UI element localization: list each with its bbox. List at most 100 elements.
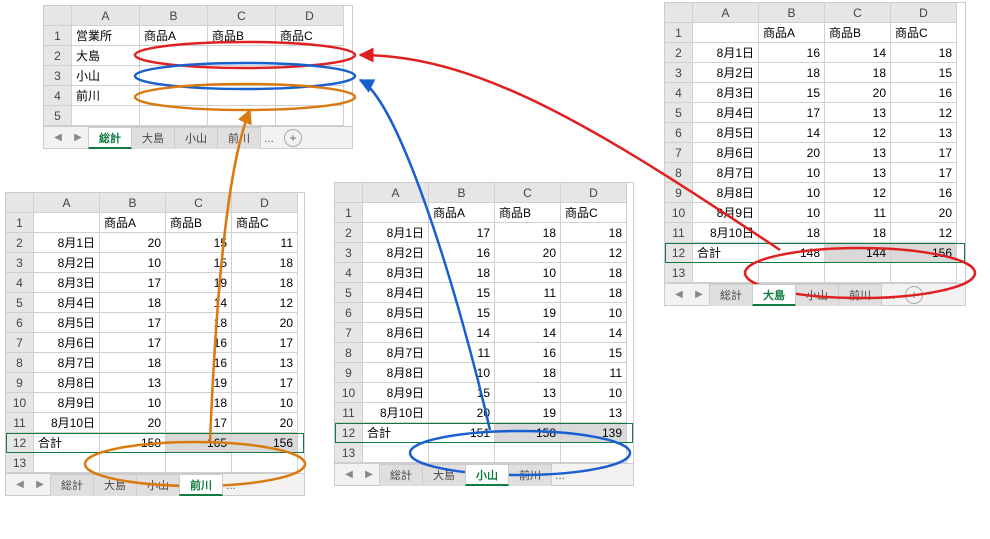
add-sheet-button[interactable]: + [284,129,302,147]
col-A[interactable]: A [34,193,100,213]
row-3[interactable]: 3 [44,66,72,86]
date-cell[interactable]: 8月10日 [693,223,759,243]
total-d[interactable]: 156 [232,433,298,453]
summary-tabs: ◀ ▶ 総計 大島 小山 前川 ... + [44,126,352,148]
row-5[interactable]: 5 [44,106,72,126]
col-D[interactable]: D [891,3,957,23]
koyama-tabs: ◀ ▶ 総計 大島 小山 前川 ... [335,463,633,485]
tab-maekawa[interactable]: 前川 [838,284,882,306]
tab-maekawa[interactable]: 前川 [217,127,261,149]
date-cell[interactable]: 8月4日 [693,103,759,123]
oshima-sheet: A B C D 1 商品A 商品B 商品C 28月1日161418 38月2日1… [664,2,966,306]
total-c[interactable]: 144 [825,243,891,263]
koyama-sheet: A B C D 1商品A商品B商品C 28月1日171818 38月2日1620… [334,182,634,486]
header-productB[interactable]: 商品B [166,213,232,233]
row-oshima[interactable]: 大島 [72,46,140,66]
total-d[interactable]: 139 [561,423,627,443]
tab-total[interactable]: 総計 [709,284,753,306]
date-cell[interactable]: 8月5日 [693,123,759,143]
tabs-more[interactable]: ... [881,284,899,306]
header-productA[interactable]: 商品A [429,203,495,223]
tabs-prev-icon[interactable]: ◀ [10,474,30,496]
total-b[interactable]: 158 [100,433,166,453]
maekawa-sheet: A B C D 1商品A商品B商品C 28月1日201511 38月2日1015… [5,192,305,496]
tab-total[interactable]: 総計 [379,464,423,486]
select-all-corner[interactable] [6,193,34,213]
row-koyama[interactable]: 小山 [72,66,140,86]
tabs-prev-icon[interactable]: ◀ [669,284,689,306]
date-cell[interactable]: 8月1日 [693,43,759,63]
date-cell[interactable]: 8月3日 [693,83,759,103]
col-D[interactable]: D [232,193,298,213]
tabs-next-icon[interactable]: ▶ [68,127,88,149]
date-cell[interactable]: 8月9日 [693,203,759,223]
select-all-corner[interactable] [665,3,693,23]
header-productC[interactable]: 商品C [276,26,344,46]
tab-maekawa[interactable]: 前川 [508,464,552,486]
header-productA[interactable]: 商品A [759,23,825,43]
tabs-more[interactable]: ... [222,474,240,496]
tab-koyama[interactable]: 小山 [174,127,218,149]
summary-sheet: A B C D 1 営業所 商品A 商品B 商品C 2 大島 3 小山 4 前川… [43,5,353,149]
tabs-prev-icon[interactable]: ◀ [48,127,68,149]
total-label[interactable]: 合計 [34,433,100,453]
row-4[interactable]: 4 [44,86,72,106]
col-B[interactable]: B [429,183,495,203]
col-D[interactable]: D [276,6,344,26]
header-productC[interactable]: 商品C [891,23,957,43]
tabs-more[interactable]: ... [551,464,569,486]
select-all-corner[interactable] [44,6,72,26]
header-office[interactable]: 営業所 [72,26,140,46]
col-A[interactable]: A [363,183,429,203]
col-C[interactable]: C [495,183,561,203]
col-B[interactable]: B [100,193,166,213]
tab-oshima[interactable]: 大島 [93,474,137,496]
tab-total[interactable]: 総計 [88,127,132,149]
col-C[interactable]: C [208,6,276,26]
header-productB[interactable]: 商品B [495,203,561,223]
col-D[interactable]: D [561,183,627,203]
header-productC[interactable]: 商品C [232,213,298,233]
date-cell[interactable]: 8月7日 [693,163,759,183]
select-all-corner[interactable] [335,183,363,203]
col-C[interactable]: C [825,3,891,23]
header-productA[interactable]: 商品A [140,26,208,46]
tabs-next-icon[interactable]: ▶ [359,464,379,486]
total-d[interactable]: 156 [891,243,957,263]
total-b[interactable]: 151 [429,423,495,443]
total-label[interactable]: 合計 [363,423,429,443]
header-productA[interactable]: 商品A [100,213,166,233]
tabs-next-icon[interactable]: ▶ [689,284,709,306]
tab-total[interactable]: 総計 [50,474,94,496]
add-sheet-button[interactable]: + [905,286,923,304]
col-B[interactable]: B [759,3,825,23]
col-A[interactable]: A [72,6,140,26]
header-productC[interactable]: 商品C [561,203,627,223]
total-c[interactable]: 158 [495,423,561,443]
header-productB[interactable]: 商品B [208,26,276,46]
col-C[interactable]: C [166,193,232,213]
tab-koyama[interactable]: 小山 [465,464,509,486]
tab-koyama[interactable]: 小山 [136,474,180,496]
tab-oshima[interactable]: 大島 [131,127,175,149]
tab-koyama[interactable]: 小山 [795,284,839,306]
col-A[interactable]: A [693,3,759,23]
total-c[interactable]: 165 [166,433,232,453]
tab-oshima[interactable]: 大島 [752,284,796,306]
row-maekawa[interactable]: 前川 [72,86,140,106]
total-b[interactable]: 148 [759,243,825,263]
date-cell[interactable]: 8月2日 [693,63,759,83]
row-1[interactable]: 1 [44,26,72,46]
date-cell[interactable]: 8月6日 [693,143,759,163]
tabs-prev-icon[interactable]: ◀ [339,464,359,486]
tab-oshima[interactable]: 大島 [422,464,466,486]
maekawa-tabs: ◀ ▶ 総計 大島 小山 前川 ... [6,473,304,495]
tabs-more[interactable]: ... [260,127,278,149]
row-2[interactable]: 2 [44,46,72,66]
tab-maekawa[interactable]: 前川 [179,474,223,496]
date-cell[interactable]: 8月8日 [693,183,759,203]
header-productB[interactable]: 商品B [825,23,891,43]
col-B[interactable]: B [140,6,208,26]
tabs-next-icon[interactable]: ▶ [30,474,50,496]
total-label[interactable]: 合計 [693,243,759,263]
